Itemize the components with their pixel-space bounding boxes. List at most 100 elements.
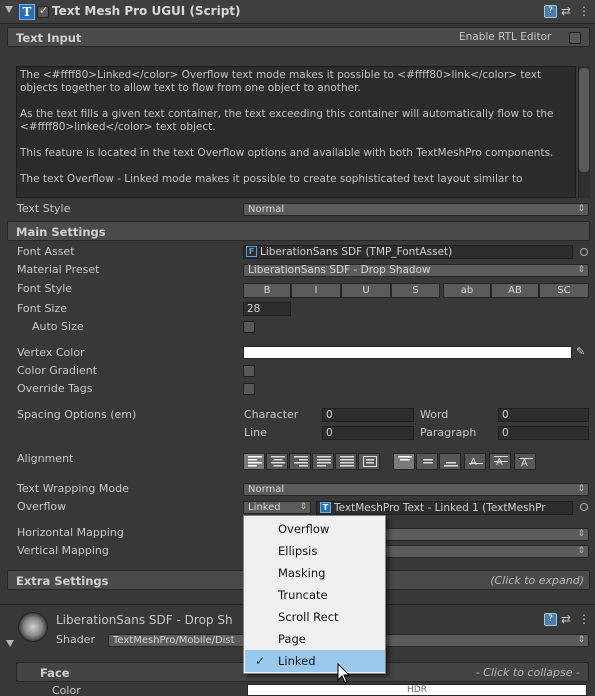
dropdown-arrow-icon: ⇕ — [577, 546, 585, 556]
align-flush-button[interactable] — [335, 453, 357, 470]
override-tags-label: Override Tags — [17, 382, 93, 395]
dropdown-arrow-icon: ⇕ — [577, 635, 585, 645]
linked-text-object-value: TextMeshPro Text - Linked 1 (TextMeshPr — [334, 502, 546, 514]
align-center-button[interactable] — [266, 453, 288, 470]
align-geometry-center-button[interactable] — [358, 453, 380, 470]
preset-icon[interactable]: ⇄ — [561, 5, 574, 18]
menu-item-linked[interactable]: ✓ Linked — [245, 650, 385, 672]
linked-text-object-field[interactable]: T TextMeshPro Text - Linked 1 (TextMeshP… — [316, 501, 573, 515]
bold-button[interactable]: B — [243, 283, 291, 298]
align-top-button[interactable] — [393, 453, 415, 470]
overflow-value: Linked — [248, 502, 281, 513]
dropdown-arrow-icon: ⇕ — [577, 204, 585, 214]
align-justified-button[interactable] — [312, 453, 334, 470]
align-left-button[interactable] — [243, 453, 265, 470]
overflow-mode-menu[interactable]: Overflow Ellipsis Masking Truncate Scrol… — [243, 515, 386, 674]
smallcaps-button[interactable]: SC — [539, 283, 589, 298]
font-size-field[interactable]: 28 — [243, 302, 291, 316]
alignment-label: Alignment — [17, 452, 74, 465]
menu-item-page[interactable]: Page — [245, 628, 385, 650]
dropdown-arrow-icon: ⇕ — [577, 529, 585, 539]
foldout-arrow-icon[interactable] — [5, 6, 13, 13]
menu-item-scroll-rect[interactable]: Scroll Rect — [245, 606, 385, 628]
align-capline-button[interactable]: A — [514, 453, 536, 470]
hdr-label: HDR — [407, 685, 427, 695]
rtl-editor-checkbox[interactable] — [569, 32, 581, 44]
material-preset-dropdown[interactable]: LiberationSans SDF - Drop Shadow ⇕ — [243, 264, 589, 277]
text-style-label: Text Style — [17, 202, 71, 215]
auto-size-label: Auto Size — [32, 320, 84, 333]
align-right-button[interactable] — [289, 453, 311, 470]
context-menu-icon[interactable]: ⋮ — [578, 5, 591, 18]
object-picker-icon[interactable] — [580, 503, 588, 511]
component-enabled-checkbox[interactable] — [37, 4, 49, 18]
lowercase-button[interactable]: ab — [443, 283, 491, 298]
auto-size-checkbox[interactable] — [243, 321, 255, 333]
align-bottom-button[interactable] — [439, 453, 461, 470]
preset-icon[interactable]: ⇄ — [561, 613, 574, 626]
textmeshpro-icon: T — [19, 4, 35, 20]
material-preset-value: LiberationSans SDF - Drop Shadow — [248, 264, 431, 276]
menu-item-overflow[interactable]: Overflow — [245, 518, 385, 540]
extra-settings-header: Extra Settings — [16, 574, 109, 588]
inspector-panel: { "component": {"title": "Text Mesh Pro … — [0, 0, 595, 696]
overflow-dropdown[interactable]: Linked ⇕ — [243, 501, 311, 514]
overflow-label: Overflow — [17, 500, 67, 513]
svg-text:A: A — [521, 458, 528, 467]
material-preset-label: Material Preset — [17, 263, 100, 276]
object-picker-icon[interactable] — [580, 248, 588, 256]
text-paragraph: This feature is located in the text Over… — [20, 147, 554, 159]
align-baseline-button[interactable]: A — [464, 453, 486, 470]
help-icon[interactable]: ? — [544, 613, 557, 626]
text-paragraph: As the text fills a given text container… — [20, 108, 554, 133]
menu-item-ellipsis[interactable]: Ellipsis — [245, 540, 385, 562]
word-spacing-label: Word — [420, 408, 449, 421]
menu-item-truncate[interactable]: Truncate — [245, 584, 385, 606]
underline-button[interactable]: U — [341, 283, 391, 298]
textmeshpro-small-icon: T — [320, 502, 331, 513]
color-gradient-checkbox[interactable] — [243, 365, 255, 377]
text-input-section-header[interactable]: Text Input Enable RTL Editor — [7, 27, 590, 47]
align-middle-button[interactable] — [416, 453, 438, 470]
font-asset-icon: F — [246, 246, 257, 257]
text-wrapping-dropdown[interactable]: Normal ⇕ — [243, 483, 589, 496]
character-spacing-field[interactable]: 0 — [322, 408, 414, 422]
align-midline-button[interactable]: A — [489, 453, 511, 470]
line-spacing-field[interactable]: 0 — [322, 426, 414, 440]
component-header[interactable]: T Text Mesh Pro UGUI (Script) ? ⇄ ⋮ — [0, 0, 595, 24]
eyedropper-icon[interactable]: ✎ — [576, 345, 585, 358]
uppercase-button[interactable]: AB — [491, 283, 539, 298]
font-asset-label: Font Asset — [17, 245, 75, 258]
word-spacing-field[interactable]: 0 — [498, 408, 589, 422]
component-title: Text Mesh Pro UGUI (Script) — [52, 4, 241, 18]
text-style-value: Normal — [248, 204, 285, 215]
line-spacing-label: Line — [244, 426, 267, 439]
override-tags-checkbox[interactable] — [243, 383, 255, 395]
scrollbar-thumb[interactable] — [579, 68, 589, 172]
material-foldout-icon[interactable] — [6, 640, 14, 647]
dropdown-arrow-icon: ⇕ — [299, 502, 307, 512]
font-asset-field[interactable]: F LiberationSans SDF (TMP_FontAsset) — [243, 245, 573, 259]
text-style-dropdown[interactable]: Normal ⇕ — [243, 203, 589, 216]
horizontal-mapping-label: Horizontal Mapping — [17, 526, 124, 539]
spacing-options-label: Spacing Options (em) — [17, 408, 137, 421]
menu-item-masking[interactable]: Masking — [245, 562, 385, 584]
text-input-area[interactable]: The <#ffff80>Linked</color> Overflow tex… — [16, 66, 576, 198]
vertex-color-swatch[interactable] — [243, 346, 572, 359]
main-settings-section-header[interactable]: Main Settings — [7, 221, 590, 241]
rtl-editor-label: Enable RTL Editor — [459, 31, 552, 43]
paragraph-spacing-field[interactable]: 0 — [498, 426, 589, 440]
menu-item-linked-label: Linked — [278, 654, 316, 668]
help-icon[interactable]: ? — [544, 5, 557, 18]
face-color-swatch[interactable]: HDR — [247, 684, 587, 696]
italic-button[interactable]: I — [291, 283, 341, 298]
strikethrough-button[interactable]: S — [391, 283, 440, 298]
text-input-header: Text Input — [16, 31, 82, 45]
context-menu-icon[interactable]: ⋮ — [578, 613, 591, 626]
paragraph-spacing-label: Paragraph — [420, 426, 477, 439]
shader-value: TextMeshPro/Mobile/Dist — [113, 635, 235, 646]
face-header: Face — [40, 666, 70, 680]
font-size-label: Font Size — [17, 302, 68, 315]
font-style-label: Font Style — [17, 282, 73, 295]
text-paragraph: The <#ffff80>Linked</color> Overflow tex… — [20, 69, 542, 94]
